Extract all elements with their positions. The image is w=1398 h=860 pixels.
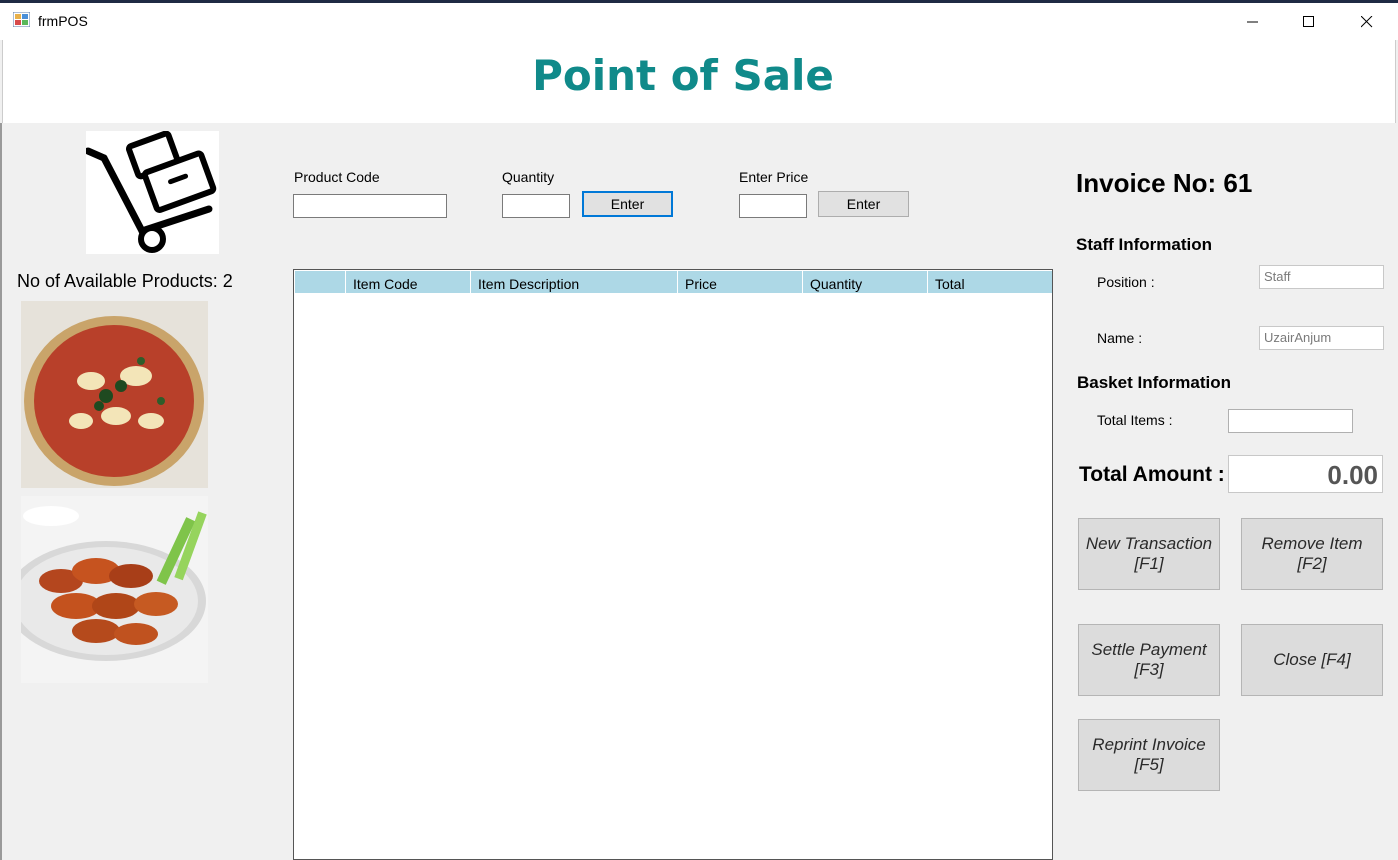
close-window-button[interactable] [1338, 3, 1396, 40]
app-icon [12, 11, 31, 28]
product-chicken-wings[interactable] [21, 496, 208, 683]
name-field: UzairAnjum [1259, 326, 1384, 350]
product-code-input[interactable] [293, 194, 447, 218]
column-header-item-code[interactable]: Item Code [346, 271, 471, 293]
total-items-field [1228, 409, 1353, 433]
settle-payment-button[interactable]: Settle Payment [F3] [1078, 624, 1220, 696]
reprint-invoice-button[interactable]: Reprint Invoice [F5] [1078, 719, 1220, 791]
total-amount-label: Total Amount : [1079, 463, 1225, 486]
quantity-input[interactable] [502, 194, 570, 218]
price-input[interactable] [739, 194, 807, 218]
new-transaction-button[interactable]: New Transaction [F1] [1078, 518, 1220, 590]
row-header-cell [295, 271, 346, 293]
column-header-item-description[interactable]: Item Description [471, 271, 678, 293]
left-border [0, 123, 2, 860]
basket-information-heading: Basket Information [1077, 373, 1231, 392]
chicken-wings-image [21, 496, 208, 683]
invoice-number: Invoice No: 61 [1076, 168, 1253, 198]
total-items-label: Total Items : [1097, 412, 1173, 428]
items-grid[interactable]: Item Code Item Description Price Quantit… [293, 269, 1053, 860]
product-code-label: Product Code [294, 169, 380, 185]
minimize-icon [1247, 21, 1258, 22]
column-header-price[interactable]: Price [678, 271, 803, 293]
position-field: Staff [1259, 265, 1384, 289]
minimize-button[interactable] [1224, 3, 1282, 40]
enter-price-label: Enter Price [739, 169, 809, 185]
product-pizza[interactable] [21, 301, 208, 488]
header-panel: Point of Sale [2, 40, 1396, 123]
price-enter-button[interactable]: Enter [818, 191, 909, 217]
title-bar: frmPOS [0, 3, 1398, 40]
remove-item-button[interactable]: Remove Item [F2] [1241, 518, 1383, 590]
page-title: Point of Sale [532, 51, 834, 100]
grid-header: Item Code Item Description Price Quantit… [295, 271, 1052, 293]
maximize-button[interactable] [1280, 3, 1338, 40]
hand-truck-icon [84, 130, 217, 253]
column-header-total[interactable]: Total [928, 271, 1052, 293]
staff-information-heading: Staff Information [1076, 235, 1212, 254]
close-button[interactable]: Close [F4] [1241, 624, 1383, 696]
maximize-icon [1303, 15, 1314, 27]
column-header-quantity[interactable]: Quantity [803, 271, 928, 293]
total-amount-field: 0.00 [1228, 455, 1383, 493]
logo-image [84, 130, 219, 254]
position-label: Position : [1097, 274, 1155, 290]
pizza-image [21, 301, 208, 488]
name-label: Name : [1097, 330, 1143, 346]
available-products-label: No of Available Products: 2 [17, 271, 233, 291]
quantity-label: Quantity [502, 169, 555, 185]
window-title: frmPOS [38, 13, 88, 29]
quantity-enter-button[interactable]: Enter [582, 191, 673, 217]
close-icon [1361, 15, 1373, 27]
